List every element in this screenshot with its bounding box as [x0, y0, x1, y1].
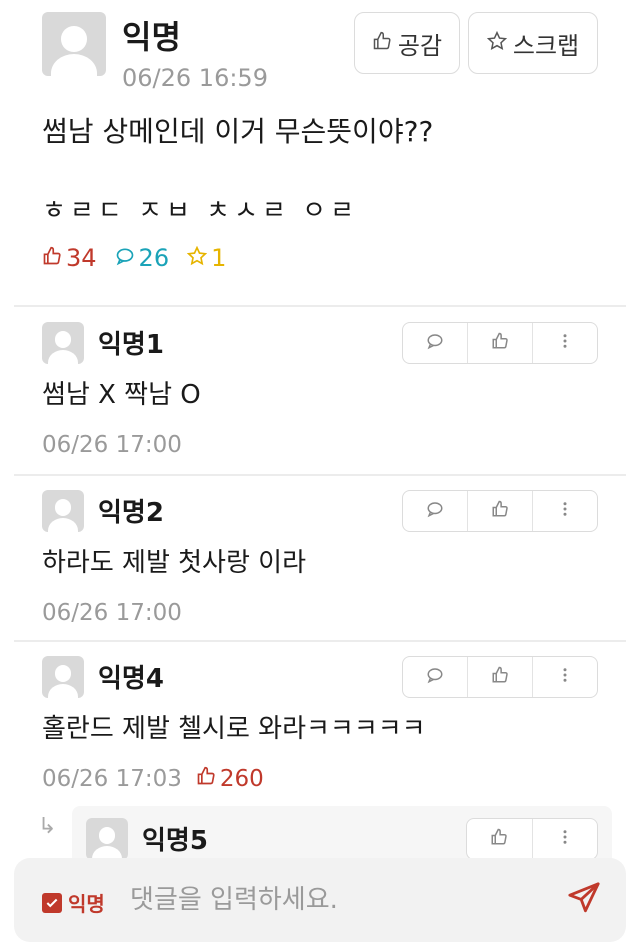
- thumbs-up-icon: [491, 500, 509, 522]
- comment-like-button[interactable]: [467, 491, 532, 531]
- comment-count: 26: [115, 244, 170, 272]
- send-icon: [567, 881, 601, 919]
- speech-bubble-icon: [426, 332, 444, 354]
- post-time: 06/26 16:59: [122, 64, 268, 92]
- post-stats: 34 26 1: [42, 244, 226, 272]
- star-icon: [186, 244, 208, 272]
- comment-author: 익명2: [98, 498, 164, 528]
- anonymous-label: 익명: [68, 892, 105, 916]
- like-button-label: 공감: [397, 31, 443, 60]
- thumbs-up-icon: [196, 766, 216, 792]
- thumbs-up-icon: [372, 29, 392, 57]
- comment-time: 06/26 17:00: [42, 600, 182, 626]
- comment-avatar: [42, 490, 84, 532]
- comment-input-bar: 익명: [14, 858, 626, 942]
- like-count-value: 34: [66, 244, 97, 272]
- comment-like-button[interactable]: [467, 657, 532, 697]
- more-options-button[interactable]: [532, 323, 597, 363]
- reply-actions: [466, 818, 598, 860]
- speech-bubble-icon: [426, 500, 444, 522]
- more-vertical-icon: [556, 500, 574, 522]
- more-vertical-icon: [556, 332, 574, 354]
- comment-like-button[interactable]: [467, 323, 532, 363]
- comment: 익명2 하라도 제발 첫사랑 이라 06/26 17:00: [0, 476, 640, 642]
- comment-input[interactable]: [130, 878, 550, 922]
- scrap-button[interactable]: 스크랩: [468, 12, 598, 74]
- post-author: 익명: [122, 18, 181, 56]
- thumbs-up-icon: [490, 828, 508, 850]
- scrap-count: 1: [186, 244, 227, 272]
- comment-meta: 06/26 17:03 260: [42, 766, 264, 792]
- reply-author: 익명5: [142, 826, 208, 856]
- comment-meta: 06/26 17:00: [42, 600, 182, 626]
- reply-button[interactable]: [403, 323, 467, 363]
- comment: 익명1 썸남 X 짝남 O 06/26 17:00: [0, 308, 640, 474]
- comment-text: 하라도 제발 첫사랑 이라: [42, 548, 306, 578]
- reply-arrow-icon: ↳: [38, 814, 57, 839]
- reply: ↳ 익명5: [0, 800, 640, 860]
- divider: [14, 305, 626, 307]
- comment-author: 익명1: [98, 330, 164, 360]
- checkbox-checked-icon: [42, 892, 62, 913]
- thumbs-up-icon: [491, 332, 509, 354]
- thumbs-up-icon: [491, 666, 509, 688]
- comment-meta: 06/26 17:00: [42, 432, 182, 458]
- speech-bubble-icon: [115, 244, 135, 272]
- like-count: 34: [42, 244, 97, 272]
- comment-text: 홀란드 제발 첼시로 와라ㅋㅋㅋㅋㅋ: [42, 714, 426, 744]
- post: 익명 06/26 16:59 공감 스크랩 썸남 상메인데 이거 무슨뜻이야??…: [0, 0, 640, 305]
- scrap-count-value: 1: [211, 244, 227, 272]
- comment-count-value: 26: [138, 244, 170, 272]
- anonymous-toggle[interactable]: 익명: [42, 888, 105, 917]
- comment-actions: [402, 490, 598, 532]
- comment-like-count: 260: [196, 766, 264, 792]
- comment-actions: [402, 322, 598, 364]
- scrap-button-label: 스크랩: [512, 31, 580, 60]
- more-vertical-icon: [556, 828, 574, 850]
- more-vertical-icon: [556, 666, 574, 688]
- more-options-button[interactable]: [531, 819, 598, 859]
- comment: 익명4 홀란드 제발 첼시로 와라ㅋㅋㅋㅋㅋ 06/26 17:03 260: [0, 642, 640, 808]
- post-author-avatar: [42, 12, 106, 76]
- comment-avatar: [42, 322, 84, 364]
- comment-avatar: [42, 656, 84, 698]
- comment-like-count-value: 260: [219, 766, 264, 792]
- reply-button[interactable]: [403, 657, 467, 697]
- more-options-button[interactable]: [532, 491, 597, 531]
- thumbs-up-icon: [42, 244, 62, 272]
- reply-button[interactable]: [403, 491, 467, 531]
- comment-time: 06/26 17:03: [42, 766, 182, 792]
- comment-actions: [402, 656, 598, 698]
- send-button[interactable]: [564, 880, 604, 920]
- reply-like-button[interactable]: [467, 819, 532, 859]
- more-options-button[interactable]: [532, 657, 597, 697]
- comment-text: 썸남 X 짝남 O: [42, 380, 201, 410]
- like-button[interactable]: 공감: [354, 12, 460, 74]
- post-title: 썸남 상메인데 이거 무슨뜻이야??: [42, 115, 434, 148]
- speech-bubble-icon: [426, 666, 444, 688]
- comment-author: 익명4: [98, 664, 164, 694]
- comment-time: 06/26 17:00: [42, 432, 182, 458]
- reply-avatar: [86, 818, 128, 860]
- star-icon: [486, 29, 507, 57]
- post-body: ㅎㄹㄷ ㅈㅂ ㅊㅅㄹ ㅇㄹ: [42, 196, 358, 226]
